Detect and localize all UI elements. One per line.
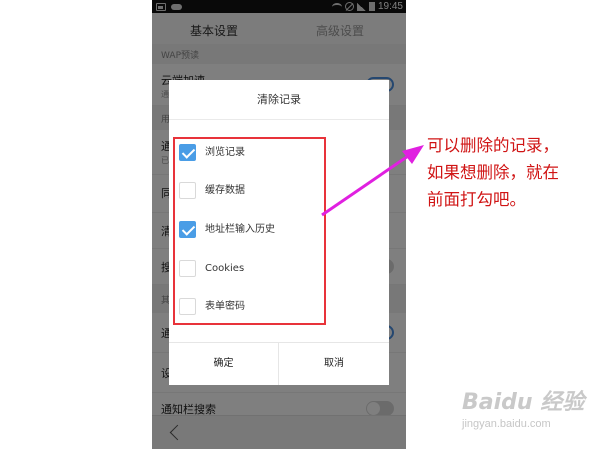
annotation-arrow-icon <box>321 145 424 217</box>
annotation-line-2: 如果想删除，就在 <box>427 163 559 182</box>
baidu-watermark: Baidu 经验 jingyan.baidu.com <box>462 384 597 434</box>
annotation-line-3: 前面打勾吧。 <box>427 190 526 209</box>
watermark-logo: Baidu 经验 <box>462 390 585 415</box>
watermark-url: jingyan.baidu.com <box>462 418 551 430</box>
annotation-line-1: 可以删除的记录， <box>427 136 559 155</box>
annotation-text: 可以删除的记录， 如果想删除，就在 前面打勾吧。 <box>427 132 599 213</box>
